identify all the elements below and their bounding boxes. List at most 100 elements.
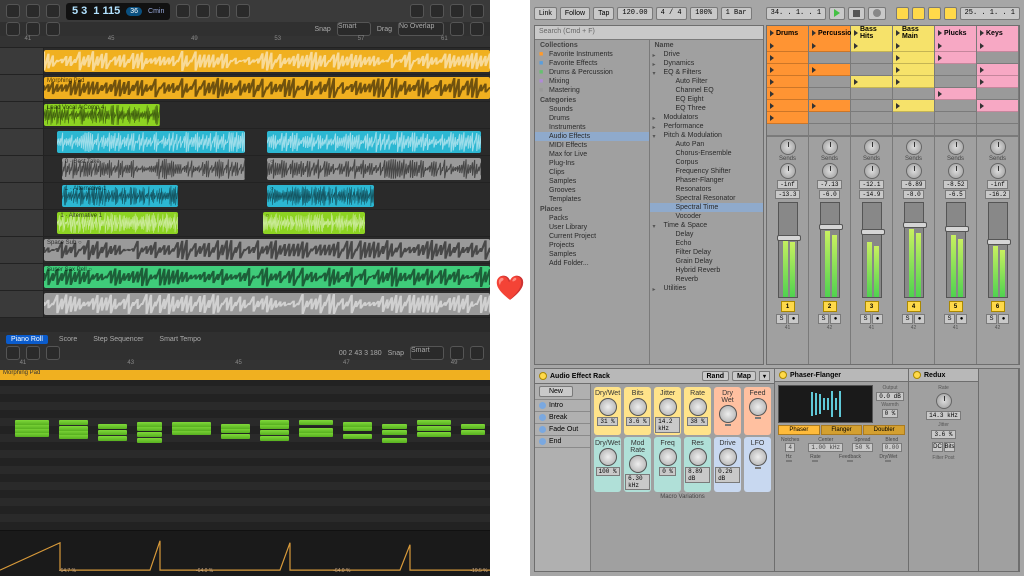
output-value[interactable]: 0.0 dB — [876, 392, 904, 401]
track-activator[interactable]: 4 — [907, 301, 921, 312]
clip-slot[interactable] — [935, 88, 976, 100]
region[interactable] — [44, 50, 490, 72]
tree-item[interactable]: Reverb — [650, 275, 764, 284]
midi-note[interactable] — [382, 430, 407, 435]
drag-value[interactable]: No Overlap — [398, 22, 444, 36]
track-row[interactable]: Super Sax Pell ○ — [0, 264, 490, 291]
clip-slot[interactable] — [767, 64, 808, 76]
category-item[interactable]: Max for Live — [535, 150, 649, 159]
piano-view-menu[interactable] — [46, 346, 60, 360]
track-activator[interactable]: 6 — [991, 301, 1005, 312]
tree-folder[interactable]: Time & Space — [650, 221, 764, 230]
track-row[interactable]: Space Sub ○ — [0, 237, 490, 264]
stop-button[interactable] — [848, 7, 865, 20]
gain-db[interactable]: -6.0 — [819, 190, 839, 199]
midi-note[interactable] — [137, 422, 162, 427]
tree-folder[interactable]: Utilities — [650, 284, 764, 293]
clip-slot[interactable] — [809, 40, 850, 52]
macro-knob[interactable] — [599, 448, 617, 466]
track-row[interactable]: 0 · Best Take○ — [0, 156, 490, 183]
track-lane[interactable]: Super Sax Pell ○ — [44, 264, 490, 290]
collection-item[interactable]: Drums & Percussion — [535, 68, 649, 77]
region[interactable]: Super Sax Pell ○ — [44, 266, 490, 288]
region[interactable]: 1 · Alternative 1 — [62, 185, 178, 207]
track-row[interactable] — [0, 129, 490, 156]
track-header[interactable] — [0, 264, 44, 290]
clip-slot[interactable] — [809, 100, 850, 112]
solo-button[interactable]: S — [776, 314, 787, 324]
play-button[interactable] — [216, 4, 230, 18]
track-title[interactable]: Drums — [767, 26, 809, 40]
tap-button[interactable]: Tap — [593, 7, 614, 20]
volume-fader[interactable] — [820, 202, 840, 298]
midi-note[interactable] — [59, 426, 88, 431]
macro-control[interactable]: Rate38 % — [684, 387, 711, 435]
param-value[interactable]: 4 — [785, 443, 795, 452]
macro-value[interactable]: 3.6 % — [626, 417, 650, 426]
tree-item[interactable]: EQ Three — [650, 104, 764, 113]
editor-tab[interactable]: Smart Tempo — [154, 335, 206, 344]
region[interactable]: Space Sub ○ — [44, 239, 490, 261]
midi-note[interactable] — [417, 432, 451, 437]
tree-item[interactable]: Hybrid Reverb — [650, 266, 764, 275]
send-knob[interactable] — [990, 139, 1006, 155]
piano-edit-menu[interactable] — [6, 346, 20, 360]
track-title[interactable]: Percussion — [809, 26, 851, 40]
phaser-mode-tab[interactable]: Flanger — [821, 425, 863, 435]
macro-knob[interactable] — [599, 398, 617, 416]
tree-item[interactable]: Echo — [650, 239, 764, 248]
param-value[interactable] — [885, 460, 891, 462]
macro-knob[interactable] — [629, 398, 647, 416]
chain-item[interactable]: Intro — [535, 400, 590, 412]
device-activator-icon[interactable] — [779, 371, 787, 379]
record-button[interactable] — [868, 7, 886, 20]
edit-menu[interactable] — [6, 22, 20, 36]
overdub-toggle[interactable] — [896, 7, 909, 20]
track-row[interactable]: Morphing Pad — [0, 75, 490, 102]
clip-slot[interactable] — [851, 40, 892, 52]
rewind-button[interactable] — [196, 4, 210, 18]
track-header[interactable] — [0, 237, 44, 263]
macro-knob[interactable] — [689, 398, 707, 416]
tree-item[interactable]: Auto Filter — [650, 77, 764, 86]
track-title[interactable]: Bass Hits — [851, 26, 893, 40]
track-header[interactable] — [0, 48, 44, 74]
clip-slot[interactable] — [893, 88, 934, 100]
clip-slot[interactable] — [893, 100, 934, 112]
clip-slot[interactable] — [893, 64, 934, 76]
macro-knob[interactable] — [659, 448, 677, 466]
piano-snap-value[interactable]: Smart — [410, 346, 444, 360]
midi-note[interactable] — [299, 420, 333, 425]
clip-slot[interactable] — [893, 52, 934, 64]
gain-db[interactable]: -13.3 — [775, 190, 799, 199]
pan-knob[interactable] — [864, 163, 880, 179]
list-toggle[interactable] — [410, 4, 424, 18]
midi-note[interactable] — [98, 424, 127, 429]
gain-db[interactable]: -14.9 — [859, 190, 883, 199]
macro-knob[interactable] — [719, 448, 737, 466]
clip-slot[interactable] — [767, 40, 808, 52]
volume-fader[interactable] — [778, 202, 798, 298]
gain-db[interactable]: -16.2 — [985, 190, 1009, 199]
track-row[interactable] — [0, 48, 490, 75]
midi-note[interactable] — [343, 422, 372, 427]
macro-value[interactable]: 14.2 kHz — [655, 417, 680, 433]
macro-value[interactable]: 0.26 dB — [715, 467, 740, 483]
solo-button[interactable]: S — [902, 314, 913, 324]
clip-slot[interactable] — [851, 64, 892, 76]
clip-slot[interactable] — [851, 100, 892, 112]
clip-slot[interactable] — [767, 100, 808, 112]
region[interactable]: ○ — [267, 185, 374, 207]
clip-slot[interactable] — [977, 64, 1018, 76]
midi-note[interactable] — [260, 430, 289, 435]
region[interactable]: ○ — [267, 158, 481, 180]
collection-item[interactable]: Mixing — [535, 77, 649, 86]
place-item[interactable]: Packs — [535, 214, 649, 223]
tree-item[interactable]: Chorus-Ensemble — [650, 149, 764, 158]
track-header[interactable] — [0, 102, 44, 128]
pan-knob[interactable] — [822, 163, 838, 179]
arm-button[interactable]: ● — [872, 314, 883, 324]
view-menu[interactable] — [46, 22, 60, 36]
clip-slot[interactable] — [767, 112, 808, 124]
tree-item[interactable]: Resonators — [650, 185, 764, 194]
